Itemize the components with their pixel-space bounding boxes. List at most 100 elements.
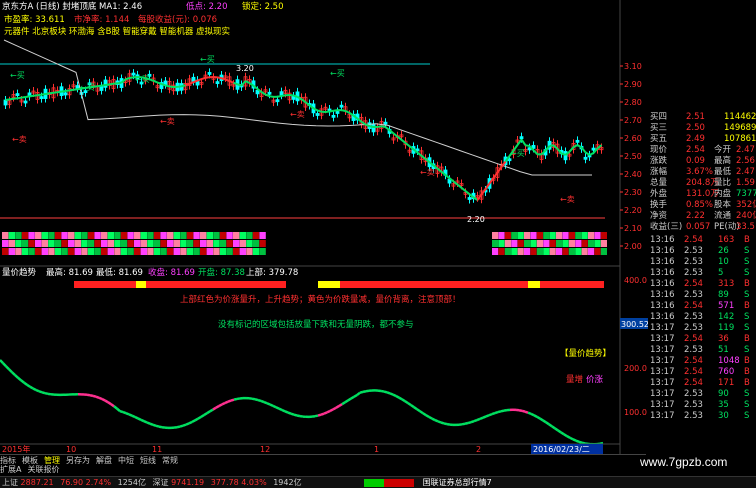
strip-cell [575, 232, 581, 239]
wave-segment [258, 400, 261, 401]
low-point: 低点: 2.20 [186, 1, 228, 12]
strip-cell [35, 248, 41, 255]
candle-body [520, 137, 523, 139]
candle-body [592, 148, 595, 150]
sz-index-label[interactable]: 深证 [153, 478, 169, 487]
indicator-axis: 400.0300.0200.0100.0 [624, 276, 647, 417]
candle-body [384, 122, 387, 124]
indicator-tab[interactable]: 模板 [22, 456, 38, 465]
buy-signal: ←买 [330, 69, 345, 78]
wave-segment [489, 414, 492, 415]
title-line: 京东方A (日线) 封堵顶底 MA1: 2.46 [2, 1, 142, 12]
trend-segment [110, 84, 114, 85]
wave-segment [561, 432, 564, 434]
strip-cell [226, 240, 232, 247]
wave-segment [282, 410, 285, 411]
indicator-tick: 100.0 [624, 408, 647, 417]
indicator-tick: 200.0 [624, 364, 647, 373]
tick-time: 13:16 [650, 268, 675, 279]
trend-segment [462, 188, 466, 191]
tick-volume: 1048 [718, 356, 740, 367]
tick-row: 13:172.5330S [648, 411, 756, 422]
indicator-tab[interactable]: 另存为 [66, 456, 90, 465]
wave-segment [405, 401, 408, 403]
wave-segment [45, 393, 48, 394]
wave-segment [336, 406, 339, 408]
extension-tab[interactable]: 关联报价 [27, 465, 59, 474]
sh-index-label[interactable]: 上证 [2, 478, 18, 487]
tick-time: 13:16 [650, 246, 675, 257]
tick-side: B [744, 279, 750, 290]
strip-cell [42, 232, 48, 239]
wave-segment [468, 422, 471, 423]
strip-cell [75, 248, 81, 255]
concept-tags[interactable]: 元器件 北京板块 环渤海 含B股 智能穿戴 智能机器 虚拟现实 [4, 26, 230, 37]
wave-segment [579, 442, 582, 443]
legend-label: 【量价趋势】 [560, 348, 611, 359]
strip-cell [556, 232, 562, 239]
quote-row: 换手0.85%股本352亿 [648, 200, 756, 211]
strip-cell [537, 248, 543, 255]
strip-cell [88, 248, 94, 255]
wave-segment [3, 363, 6, 366]
wave-segment [384, 392, 387, 393]
strip-cell [562, 240, 568, 247]
quote-label: 最低 [714, 167, 731, 178]
wave-segment [114, 406, 117, 408]
quote-value: 2.47 [736, 145, 755, 156]
tick-row: 13:162.5310S [648, 257, 756, 268]
strip-cell [537, 232, 543, 239]
tick-time: 13:17 [650, 356, 675, 367]
wave-segment [189, 422, 192, 423]
tick-price: 2.54 [684, 334, 703, 345]
wave-segment [573, 439, 576, 440]
tick-volume: 30 [718, 411, 729, 422]
wave-segment [543, 420, 546, 422]
indicator-tab[interactable]: 常规 [162, 456, 178, 465]
trend-segment [306, 102, 310, 105]
wave-segment [195, 419, 198, 421]
indicator-tab[interactable]: 管理 [44, 456, 60, 465]
tick-side: S [744, 257, 749, 268]
kline-chart[interactable]: 京东方A (日线) 封堵顶底 MA1: 2.46 低点: 2.20 锁定: 2.… [0, 0, 648, 454]
wave-segment [408, 403, 411, 405]
trend-segment [522, 140, 526, 146]
candle-body [16, 94, 19, 96]
wave-segment [432, 419, 435, 420]
wave-segment [393, 395, 396, 396]
trend-segment [574, 145, 578, 147]
indicator-tab[interactable]: 解盘 [96, 456, 112, 465]
indicator-tab[interactable]: 中短 [118, 456, 134, 465]
wave-segment [486, 415, 489, 416]
extension-tab[interactable]: 扩展A [0, 465, 21, 474]
trend-segment [98, 86, 102, 87]
strip-cell [213, 248, 219, 255]
indicator-high: 最高: 81.69 [46, 267, 93, 278]
strip-cell [246, 232, 252, 239]
notice-text[interactable]: 国联证券总部行情7 [423, 478, 492, 487]
tick-row: 13:162.5326S [648, 246, 756, 257]
indicator-tab[interactable]: 指标 [0, 456, 16, 465]
trend-segment [270, 96, 274, 97]
wave-segment [36, 390, 39, 391]
wave-segment [33, 388, 36, 390]
wave-segment [330, 409, 333, 411]
strip-cell [121, 240, 127, 247]
trend-segment [206, 77, 210, 78]
strip-cell [492, 232, 498, 239]
wave-segment [492, 413, 495, 414]
strip-cell [601, 248, 607, 255]
wave-segment [126, 413, 129, 414]
quote-value: 352亿 [736, 200, 756, 211]
tick-time: 13:17 [650, 367, 675, 378]
price-tick: 2.60 [624, 134, 642, 143]
wave-segment [225, 402, 228, 403]
strip-cell [594, 240, 600, 247]
wave-segment [333, 408, 336, 410]
wave-segment [123, 412, 126, 413]
indicator-tab[interactable]: 短线 [140, 456, 156, 465]
trend-segment [382, 126, 386, 127]
wave-segment [417, 409, 420, 411]
trend-segment [230, 81, 234, 83]
wave-segment [219, 404, 222, 406]
